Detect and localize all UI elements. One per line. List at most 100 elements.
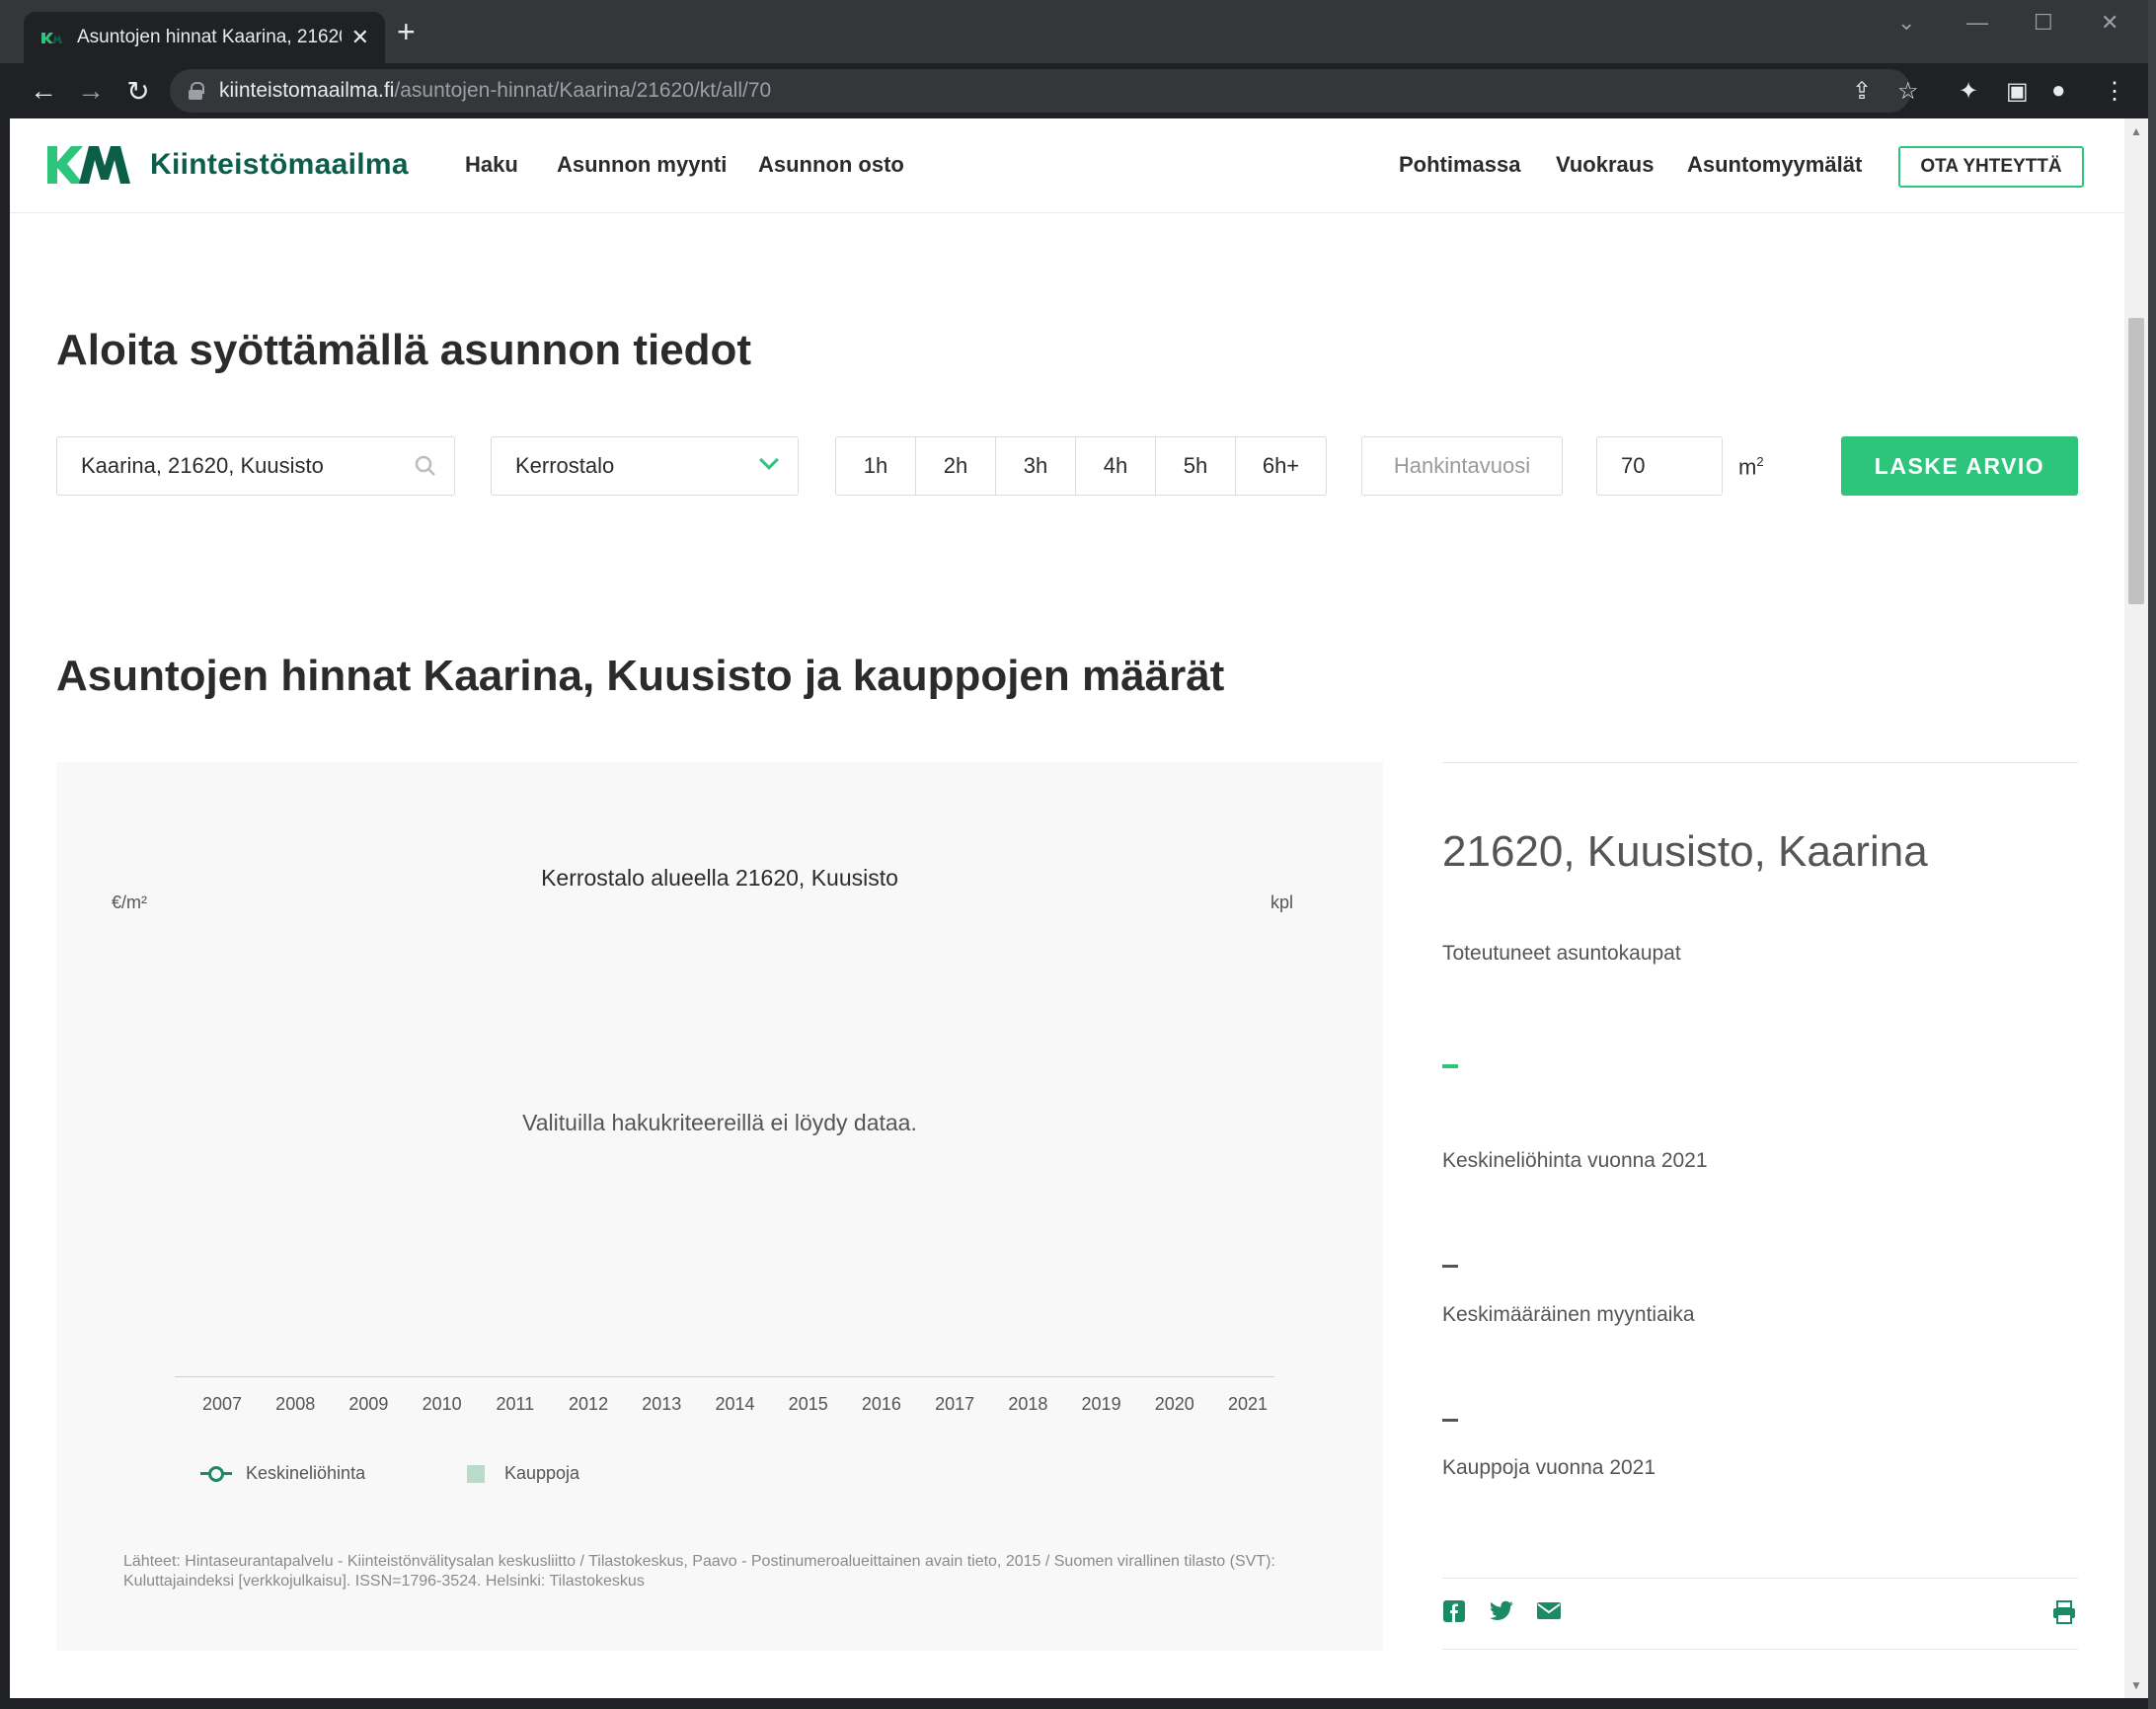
- new-tab-button[interactable]: +: [397, 16, 416, 47]
- x-tick-label: 2015: [788, 1394, 828, 1414]
- twitter-icon[interactable]: [1489, 1599, 1514, 1625]
- room-button-1h[interactable]: 1h: [836, 437, 916, 495]
- tab-close-icon[interactable]: ✕: [351, 25, 369, 50]
- room-button-6h-plus[interactable]: 6h+: [1236, 437, 1326, 495]
- url-path: /asuntojen-hinnat/Kaarina/21620/kt/all/7…: [394, 79, 772, 102]
- x-tick-label: 2016: [861, 1394, 901, 1414]
- calculate-estimate-button[interactable]: LASKE ARVIO: [1841, 436, 2078, 496]
- chevron-down-icon: [759, 450, 779, 470]
- x-tick-label: 2012: [569, 1394, 609, 1414]
- legend-item-keskineliohinta[interactable]: Keskineliöhinta: [200, 1463, 365, 1484]
- site-header: Kiinteistömaailma Haku Asunnon myynti As…: [10, 118, 2124, 213]
- reload-icon[interactable]: ↻: [118, 71, 158, 111]
- browser-tab[interactable]: Asuntojen hinnat Kaarina, 21620, ✕: [24, 12, 385, 63]
- nav-haku[interactable]: Haku: [465, 152, 518, 178]
- contact-button[interactable]: OTA YHTEYTTÄ: [1898, 146, 2084, 188]
- purchase-year-input[interactable]: Hankintavuosi: [1361, 436, 1563, 496]
- extensions-icon[interactable]: ✦: [1959, 77, 1978, 106]
- address-bar[interactable]: kiinteistomaailma.fi/asuntojen-hinnat/Ka…: [170, 69, 1911, 113]
- maximize-icon[interactable]: ☐: [2034, 10, 2053, 36]
- menu-dots-icon[interactable]: ⋮: [2103, 77, 2126, 106]
- browser-toolbar: ← → ↻ kiinteistomaailma.fi/asuntojen-hin…: [0, 63, 2156, 118]
- x-tick-label: 2013: [642, 1394, 682, 1414]
- divider: [1442, 1649, 2078, 1650]
- location-value: Kaarina, 21620, Kuusisto: [81, 453, 324, 478]
- x-tick-label: 2018: [1008, 1394, 1048, 1414]
- legend-item-kauppoja[interactable]: Kauppoja: [467, 1463, 579, 1484]
- stat-value-avg-price: [1442, 1265, 1458, 1268]
- bookmark-star-icon[interactable]: ☆: [1897, 77, 1919, 106]
- room-button-5h[interactable]: 5h: [1156, 437, 1236, 495]
- stat-label-avg-price: Keskineliöhinta vuonna 2021: [1442, 1149, 1708, 1172]
- window-edge: [2148, 0, 2156, 1709]
- legend-label: Keskineliöhinta: [246, 1463, 366, 1483]
- page-scrollbar[interactable]: ▲ ▼: [2124, 118, 2148, 1698]
- site-favicon-icon: [39, 26, 63, 49]
- url-host: kiinteistomaailma.fi: [219, 79, 395, 102]
- profile-icon[interactable]: ●: [2051, 77, 2066, 105]
- stat-value-sales: [1442, 1064, 1458, 1068]
- x-tick-label: 2011: [496, 1394, 535, 1414]
- x-tick-label: 2020: [1154, 1394, 1194, 1414]
- divider: [1442, 762, 2078, 763]
- page-viewport: Kiinteistömaailma Haku Asunnon myynti As…: [10, 118, 2124, 1698]
- x-tick-label: 2009: [348, 1394, 389, 1414]
- scroll-up-icon[interactable]: ▲: [2130, 124, 2142, 138]
- scroll-down-icon[interactable]: ▼: [2130, 1678, 2142, 1692]
- x-tick-label: 2010: [422, 1394, 462, 1414]
- section-heading: Asuntojen hinnat Kaarina, Kuusisto ja ka…: [56, 652, 1225, 700]
- area-title: 21620, Kuusisto, Kaarina: [1442, 827, 1928, 876]
- browser-tab-title: Asuntojen hinnat Kaarina, 21620,: [77, 27, 342, 47]
- room-button-3h[interactable]: 3h: [996, 437, 1076, 495]
- divider: [1442, 1578, 2078, 1579]
- chart-y-axis-label: €/m²: [112, 893, 147, 912]
- legend-label: Kauppoja: [504, 1463, 580, 1483]
- chart-sources: Lähteet: Hintaseurantapalvelu - Kiinteis…: [123, 1553, 1275, 1590]
- x-tick-label: 2014: [715, 1394, 755, 1414]
- search-icon[interactable]: [415, 455, 436, 477]
- size-unit: m2: [1738, 454, 1764, 480]
- form-heading: Aloita syöttämällä asunnon tiedot: [56, 326, 752, 374]
- chart-empty-message: Valituilla hakukriteereillä ei löydy dat…: [522, 1110, 917, 1135]
- size-input[interactable]: 70: [1596, 436, 1723, 496]
- brand-name: Kiinteistömaailma: [150, 148, 409, 181]
- nav-asuntomyymalat[interactable]: Asuntomyymälät: [1687, 152, 1862, 178]
- chart-title: Kerrostalo alueella 21620, Kuusisto: [541, 865, 898, 891]
- stat-label-sale-time: Keskimääräinen myyntiaika: [1442, 1303, 1695, 1326]
- minimize-icon[interactable]: —: [1966, 10, 1988, 36]
- window-close-icon[interactable]: ✕: [2101, 10, 2118, 36]
- building-type-value: Kerrostalo: [515, 453, 615, 478]
- lock-icon: [188, 82, 204, 100]
- tab-search-icon[interactable]: ⌄: [1897, 10, 1915, 36]
- x-tick-label: 2017: [935, 1394, 975, 1414]
- x-tick-label: 2007: [201, 1394, 243, 1414]
- side-panel-icon[interactable]: ▣: [2006, 77, 2029, 106]
- bar-marker-icon: [467, 1464, 485, 1483]
- stat-value-sale-time: [1442, 1419, 1458, 1422]
- nav-asunnon-osto[interactable]: Asunnon osto: [758, 152, 904, 178]
- building-type-select[interactable]: Kerrostalo: [491, 436, 799, 496]
- nav-vuokraus[interactable]: Vuokraus: [1556, 152, 1654, 178]
- line-marker-icon: [200, 1466, 232, 1482]
- km-logo-icon: [45, 144, 130, 186]
- back-arrow-icon[interactable]: ←: [24, 71, 63, 111]
- room-button-4h[interactable]: 4h: [1076, 437, 1156, 495]
- email-icon[interactable]: [1536, 1599, 1562, 1625]
- share-icon[interactable]: ⇪: [1852, 77, 1872, 106]
- x-tick-label: 2008: [275, 1394, 316, 1414]
- nav-asunnon-myynti[interactable]: Asunnon myynti: [557, 152, 727, 178]
- size-unit-sup: 2: [1756, 454, 1764, 469]
- room-button-2h[interactable]: 2h: [916, 437, 996, 495]
- facebook-icon[interactable]: [1442, 1599, 1468, 1625]
- scrollbar-thumb[interactable]: [2128, 318, 2144, 604]
- stat-label-sales-count: Kauppoja vuonna 2021: [1442, 1456, 1656, 1479]
- chart-y2-axis-label: kpl: [1270, 893, 1294, 912]
- location-input[interactable]: Kaarina, 21620, Kuusisto: [56, 436, 455, 496]
- room-count-selector: 1h 2h 3h 4h 5h 6h+: [835, 436, 1327, 496]
- x-tick-label: 2021: [1227, 1394, 1269, 1414]
- size-unit-base: m: [1738, 454, 1757, 480]
- nav-pohtimassa[interactable]: Pohtimassa: [1399, 152, 1521, 178]
- brand-logo[interactable]: Kiinteistömaailma: [45, 144, 409, 186]
- forward-arrow-icon[interactable]: →: [71, 71, 111, 111]
- print-icon[interactable]: [2051, 1599, 2077, 1625]
